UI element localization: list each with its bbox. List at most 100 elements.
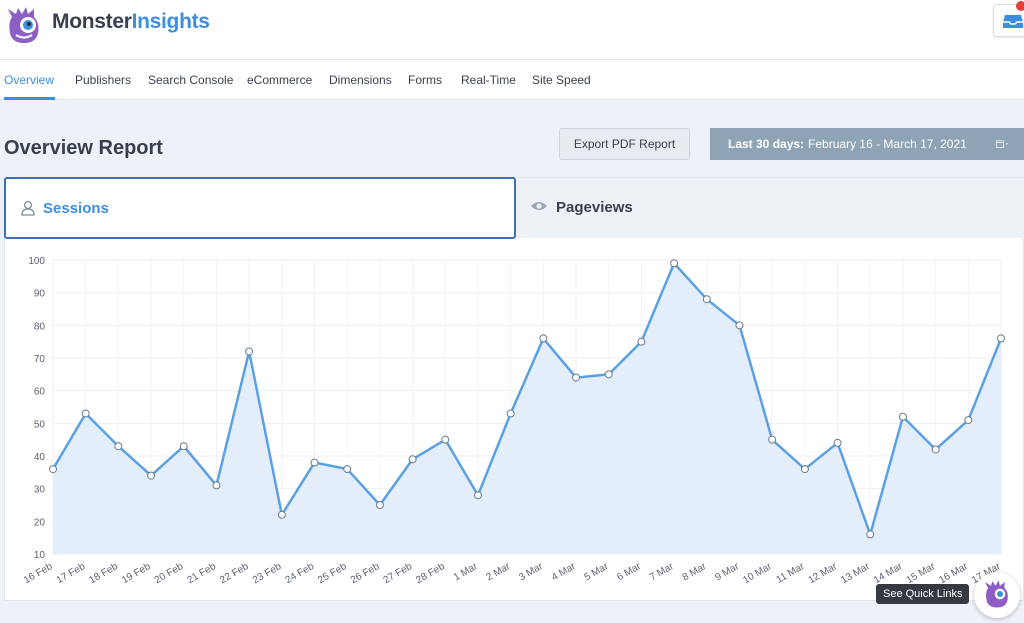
tab-ecommerce[interactable]: eCommerce [247, 73, 312, 87]
tab-site-speed[interactable]: Site Speed [532, 73, 591, 87]
y-tick-label: 30 [34, 485, 46, 496]
data-point [898, 412, 907, 421]
y-tick-label: 10 [34, 550, 46, 561]
data-point [572, 373, 581, 382]
x-tick-label: 11 Mar [775, 561, 807, 585]
data-point [931, 445, 940, 454]
x-tick-label: 25 Feb [316, 561, 349, 585]
data-point [408, 455, 417, 464]
data-point [833, 438, 842, 447]
x-tick-label: 16 Feb [22, 561, 55, 585]
pageviews-label: Pageviews [556, 199, 633, 216]
data-point [539, 334, 548, 343]
tab-real-time[interactable]: Real-Time [461, 73, 516, 87]
x-tick-label: 16 Mar [937, 561, 970, 585]
calendar-icon [996, 140, 1008, 148]
data-point [179, 442, 188, 451]
pageviews-tab[interactable]: Pageviews [516, 178, 1024, 238]
y-tick-label: 60 [34, 387, 46, 398]
y-tick-label: 100 [28, 256, 45, 267]
quick-links-button[interactable] [974, 572, 1020, 618]
top-bar: MonsterInsights [0, 0, 1024, 60]
data-point [375, 501, 384, 509]
sessions-chart: 10203040506070809010016 Feb 17 Feb 18 Feb 1… [22, 256, 1005, 585]
data-point [964, 416, 973, 425]
x-tick-label: 26 Feb [349, 561, 382, 585]
data-point [702, 295, 711, 304]
y-tick-label: 20 [34, 517, 46, 528]
x-tick-label: 23 Feb [251, 561, 284, 585]
data-point [768, 435, 777, 444]
x-tick-label: 15 Mar [905, 561, 938, 585]
x-tick-label: 12 Mar [807, 561, 840, 585]
y-tick-label: 70 [34, 354, 46, 365]
sessions-area [53, 263, 1001, 554]
monster-logo-icon [8, 7, 39, 43]
inbox-icon [1003, 15, 1023, 28]
export-pdf-button[interactable]: Export PDF Report [559, 128, 690, 160]
x-tick-label: 14 Mar [872, 561, 905, 585]
date-range-button[interactable]: Last 30 days: February 16 - March 17, 20… [710, 128, 1024, 160]
tab-overview[interactable]: Overview [4, 73, 54, 87]
data-point [604, 370, 613, 379]
data-point [637, 337, 646, 346]
x-tick-label: 1 Mar [452, 561, 480, 584]
x-tick-label: 3 Mar [517, 561, 545, 584]
data-point [800, 465, 809, 474]
data-point [506, 409, 515, 418]
data-point [735, 321, 744, 330]
y-tick-label: 80 [34, 321, 46, 332]
data-point [670, 259, 679, 268]
tab-publishers[interactable]: Publishers [75, 73, 131, 87]
x-tick-label: 10 Mar [741, 561, 774, 585]
tab-dimensions[interactable]: Dimensions [329, 73, 392, 87]
x-tick-label: 20 Feb [153, 561, 186, 585]
x-tick-label: 22 Feb [218, 561, 251, 585]
tab-forms[interactable]: Forms [408, 73, 442, 87]
x-tick-label: 28 Feb [414, 561, 447, 585]
x-tick-label: 13 Mar [839, 561, 872, 585]
data-point [114, 442, 123, 451]
data-point [310, 458, 319, 467]
x-tick-label: 7 Mar [648, 561, 676, 584]
monster-icon [985, 580, 1008, 608]
x-tick-label: 24 Feb [284, 561, 317, 585]
x-tick-label: 21 Feb [185, 561, 218, 585]
data-point [441, 435, 450, 444]
sessions-tab[interactable]: Sessions [4, 177, 516, 239]
x-tick-label: 5 Mar [583, 561, 611, 584]
data-point [473, 491, 482, 500]
data-point [212, 481, 221, 490]
y-tick-label: 40 [34, 452, 46, 463]
data-point [277, 510, 286, 519]
x-tick-label: 9 Mar [713, 561, 741, 584]
date-range-prefix: Last 30 days: [728, 137, 805, 151]
x-tick-label: 4 Mar [550, 561, 578, 584]
report-nav: Overview Publishers Search Console eComm… [0, 60, 1024, 100]
data-point [81, 409, 90, 418]
y-tick-label: 90 [34, 289, 46, 300]
x-tick-label: 6 Mar [615, 561, 643, 584]
y-tick-label: 50 [34, 419, 46, 430]
data-point [866, 530, 875, 539]
tab-search-console[interactable]: Search Console [148, 73, 233, 87]
brand-name: MonsterInsights [52, 10, 210, 34]
x-tick-label: 19 Feb [120, 561, 153, 585]
x-tick-label: 17 Feb [55, 561, 88, 585]
data-point [343, 465, 352, 474]
x-tick-label: 2 Mar [485, 561, 513, 584]
brand-part1: Monster [52, 10, 132, 33]
page-title: Overview Report [4, 137, 163, 159]
data-point [245, 347, 254, 356]
sessions-label: Sessions [43, 200, 109, 217]
x-tick-label: 18 Feb [87, 561, 120, 585]
data-point [147, 471, 156, 480]
x-tick-label: 8 Mar [681, 561, 709, 584]
x-tick-label: 27 Feb [382, 561, 415, 585]
active-tab-indicator [4, 97, 55, 100]
date-range-value: February 16 - March 17, 2021 [808, 137, 967, 151]
data-point [49, 465, 57, 474]
brand-part2: Insights [131, 10, 210, 33]
quick-links-tooltip: See Quick Links [876, 584, 970, 604]
notification-badge [1016, 1, 1024, 11]
